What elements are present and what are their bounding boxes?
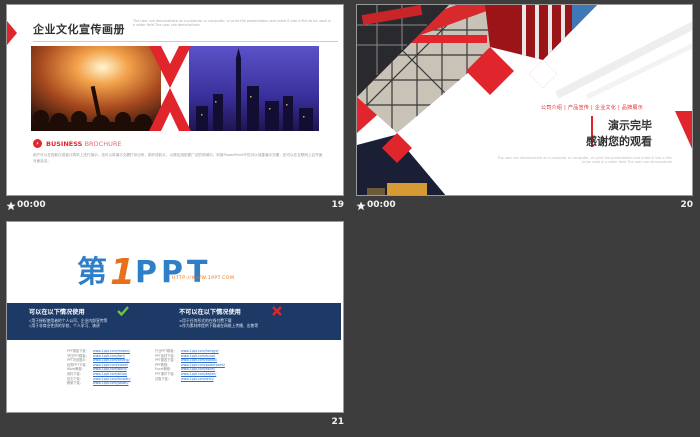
slide-21-cell[interactable]: 第 1 PPT HTTP://WWW.1PPT.COM 可以在以下情况使用 √用… — [0, 218, 350, 437]
slide-thumbnail-21[interactable]: 第 1 PPT HTTP://WWW.1PPT.COM 可以在以下情况使用 √用… — [6, 221, 344, 413]
star-icon — [356, 201, 366, 211]
logo-url: HTTP://WWW.1PPT.COM — [172, 276, 235, 281]
star-icon — [6, 201, 16, 211]
slide-21-meta: 21 — [6, 416, 344, 432]
slide-number: 19 — [331, 200, 344, 210]
slide-number: 20 — [680, 200, 693, 210]
link-label: 教案下载： — [67, 381, 83, 386]
closing-line-2: 感谢您的观看 — [586, 135, 652, 148]
closing-small-text: The user can demonstrate on a projector … — [497, 156, 672, 165]
title-accent-tab — [7, 21, 17, 45]
brochure-heading: › BUSINESS BROCHURE — [33, 139, 121, 148]
slide-20-cell[interactable]: 公司介绍 | 产品宣传 | 企业文化 | 品牌展示 演示完毕 感谢您的观看 Th… — [350, 0, 700, 215]
link-label: 试卷下载： — [155, 376, 171, 381]
slide-number: 21 — [331, 417, 344, 427]
check-icon — [117, 306, 129, 316]
header-note: The user can demonstrate on a projector … — [133, 19, 331, 28]
brochure-heading-light: BROCHURE — [84, 139, 122, 148]
slide-thumbnail-19[interactable]: 企业文化宣传画册 The user can demonstrate on a p… — [6, 4, 344, 196]
svg-text:第: 第 — [77, 255, 107, 290]
link-url[interactable]: www.1ppt.com/shiti/ — [181, 377, 214, 382]
closing-line-1: 演示完毕 — [608, 119, 652, 132]
forbidden-item: ×作为素材库提供下载或在网络上传播、出售等 — [179, 323, 259, 329]
link-row: 教案下载： www.1ppt.com/jiaoan/ — [67, 381, 131, 386]
slide-timing: 00:00 — [367, 200, 396, 210]
svg-text:1: 1 — [110, 252, 135, 293]
allowed-usage: 可以在以下情况使用 √用于授权使用者的个人公司、企业内部宣传等 √用于非商业性质… — [29, 307, 107, 329]
link-url[interactable]: www.1ppt.com/jiaoan/ — [93, 381, 128, 386]
forbidden-heading: 不可以在以下情况使用 — [179, 309, 241, 316]
cross-icon — [272, 306, 282, 316]
slide-timing: 00:00 — [17, 200, 46, 210]
slide-body-text: 用户可以在投影仪或者计算机上进行演示，也可以将演示文稿打印出来，制作成胶片，以便… — [33, 153, 323, 163]
arrow-right-icon: › — [33, 139, 42, 148]
usage-band: 可以在以下情况使用 √用于授权使用者的个人公司、企业内部宣传等 √用于非商业性质… — [7, 303, 341, 340]
link-row: 试卷下载： www.1ppt.com/shiti/ — [155, 377, 225, 382]
slide-20-graphic — [357, 5, 692, 195]
slide-thumbnail-20[interactable]: 公司介绍 | 产品宣传 | 企业文化 | 品牌展示 演示完毕 感谢您的观看 Th… — [356, 4, 693, 196]
hero-image-collage — [31, 46, 319, 131]
slide-19-meta: 00:00 19 — [6, 199, 344, 215]
allowed-item: √用于非商业性质的学校、个人学习、演讲 — [29, 323, 100, 329]
resource-links-right: 行业PPT模板： www.1ppt.com/hangye/ PPT素材下载： www… — [155, 349, 225, 381]
slide-title: 企业文化宣传画册 — [33, 23, 125, 36]
category-nav: 公司介绍 | 产品宣传 | 企业文化 | 品牌展示 — [541, 105, 644, 111]
allowed-heading: 可以在以下情况使用 — [29, 309, 85, 316]
slide-20-meta: 00:00 20 — [356, 199, 693, 215]
1ppt-logo: 第 1 PPT — [77, 252, 211, 293]
forbidden-usage: 不可以在以下情况使用 ×用于任何形式的在线付费下载 ×作为素材库提供下载或在网络… — [179, 307, 258, 329]
resource-links-left: PPT模板下载： www.1ppt.com/moban/ 节日PPT模板： www.… — [67, 349, 131, 386]
title-divider — [33, 41, 338, 42]
brochure-heading-bold: BUSINESS — [46, 139, 83, 148]
slide-19-cell[interactable]: 企业文化宣传画册 The user can demonstrate on a p… — [0, 0, 350, 215]
svg-text:PPT: PPT — [135, 255, 211, 290]
